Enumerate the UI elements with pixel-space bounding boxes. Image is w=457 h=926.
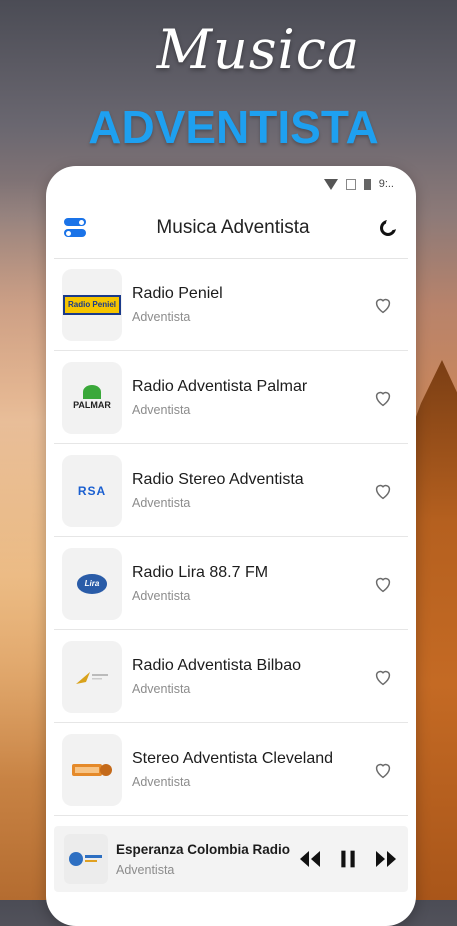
station-list: Radio Peniel Radio Peniel Adventista PAL…: [54, 258, 408, 817]
station-category: Adventista: [132, 310, 191, 324]
player-station-logo: [64, 834, 108, 884]
app-bar: Musica Adventista: [46, 202, 416, 254]
app-title: Musica Adventista: [156, 217, 310, 238]
favorite-heart-icon[interactable]: [372, 666, 394, 688]
station-logo: PALMAR: [62, 361, 122, 434]
mini-player[interactable]: Esperanza Colombia Radio Adventista: [54, 826, 408, 892]
station-name: Radio Lira 88.7 FM: [132, 564, 269, 581]
station-name: Radio Adventista Bilbao: [132, 657, 301, 674]
station-logo: Lira: [62, 547, 122, 620]
bird-logo-icon: [76, 671, 108, 684]
phone-screen: 9:.. Musica Adventista Radio Peniel Radi…: [46, 166, 416, 926]
palm-icon: [82, 385, 101, 399]
moon-icon[interactable]: [379, 217, 399, 237]
signal-icon: [345, 178, 356, 190]
list-item[interactable]: Radio Peniel Radio Peniel Adventista: [54, 259, 408, 351]
list-item[interactable]: PALMAR Radio Adventista Palmar Adventist…: [54, 352, 408, 444]
station-logo: RSA: [62, 454, 122, 527]
favorite-heart-icon[interactable]: [372, 294, 394, 316]
battery-icon: [363, 178, 371, 190]
station-category: Adventista: [132, 589, 191, 603]
pause-icon[interactable]: [336, 849, 360, 869]
globe-logo-icon: [69, 852, 102, 866]
promo-title-bold: ADVENTISTA: [88, 101, 379, 153]
favorite-heart-icon[interactable]: [372, 759, 394, 781]
station-name: Radio Peniel: [132, 285, 223, 302]
station-logo: [62, 733, 122, 806]
radio-logo-icon: [72, 763, 112, 776]
fast-forward-icon[interactable]: [374, 849, 398, 869]
station-name: Radio Stereo Adventista: [132, 471, 304, 488]
list-item[interactable]: Stereo Adventista Cleveland Adventista: [54, 724, 408, 816]
promo-title-script: Musica: [156, 18, 361, 81]
favorite-heart-icon[interactable]: [372, 480, 394, 502]
station-category: Adventista: [132, 682, 191, 696]
station-name: Radio Adventista Palmar: [132, 378, 308, 395]
status-bar: 9:..: [46, 166, 416, 202]
station-logo: Radio Peniel: [62, 268, 122, 341]
station-category: Adventista: [132, 496, 191, 510]
station-name: Stereo Adventista Cleveland: [132, 750, 334, 767]
station-category: Adventista: [132, 403, 191, 417]
theme-toggle-icon[interactable]: [64, 218, 86, 238]
wifi-icon: [323, 178, 338, 190]
player-station-category: Adventista: [116, 862, 175, 877]
favorite-heart-icon[interactable]: [372, 573, 394, 595]
list-item[interactable]: Radio Adventista Bilbao Adventista: [54, 631, 408, 723]
station-logo: [62, 640, 122, 713]
player-controls: [298, 849, 398, 869]
favorite-heart-icon[interactable]: [372, 387, 394, 409]
station-category: Adventista: [132, 775, 191, 789]
list-item[interactable]: RSA Radio Stereo Adventista Adventista: [54, 445, 408, 537]
player-station-name: Esperanza Colombia Radio: [116, 841, 291, 857]
list-item[interactable]: Lira Radio Lira 88.7 FM Adventista: [54, 538, 408, 630]
status-time: 9:..: [378, 178, 394, 190]
rewind-icon[interactable]: [298, 849, 322, 869]
